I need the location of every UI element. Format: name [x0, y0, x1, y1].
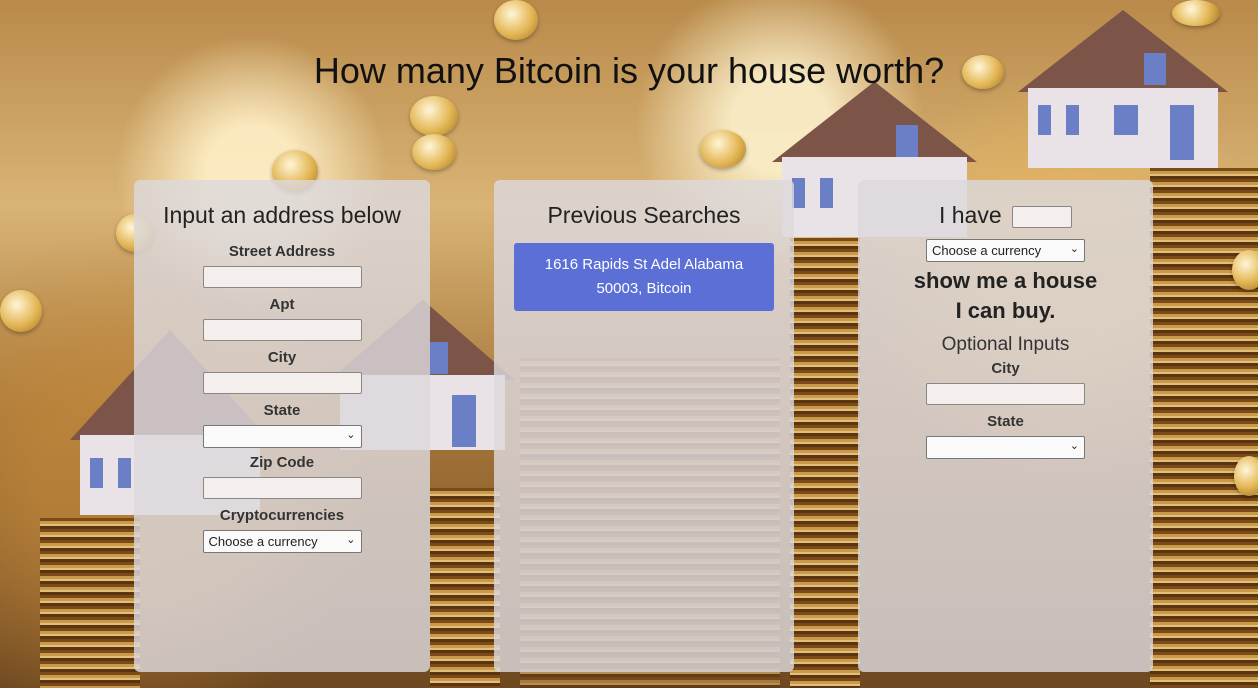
budget-search-panel: I have Choose a currency ⌄ show me a hou…	[858, 180, 1153, 672]
city-label: City	[267, 349, 297, 366]
coin-stack	[40, 518, 140, 688]
previous-searches-panel: Previous Searches 1616 Rapids St Adel Al…	[494, 180, 794, 672]
optional-city-label: City	[991, 360, 1020, 377]
coin	[0, 290, 42, 332]
address-input-panel: Input an address below Street Address Ap…	[134, 180, 430, 672]
amount-input[interactable]	[1012, 205, 1073, 228]
budget-currency-select[interactable]: Choose a currency ⌄	[926, 239, 1085, 262]
show-me-house-text: show me a house	[913, 268, 1098, 293]
apt-label: Apt	[269, 296, 295, 313]
address-panel-heading: Input an address below	[163, 202, 401, 228]
coin	[1234, 456, 1258, 496]
coin	[700, 130, 746, 168]
previous-searches-heading: Previous Searches	[547, 202, 741, 228]
coin	[1232, 250, 1258, 290]
coin-stack	[430, 488, 500, 688]
city-input[interactable]	[202, 372, 362, 394]
state-label: State	[263, 402, 301, 419]
street-address-input[interactable]	[202, 266, 362, 288]
previous-search-line1: 1616 Rapids St Adel Alabama	[544, 256, 744, 273]
coin	[412, 134, 456, 170]
apt-input[interactable]	[202, 319, 362, 341]
i-have-label: I have	[938, 202, 1002, 228]
state-select[interactable]: ⌄	[202, 425, 362, 448]
optional-city-input[interactable]	[926, 383, 1085, 405]
i-have-row: I have	[858, 202, 1153, 229]
coin	[1172, 0, 1220, 26]
previous-search-line2: 50003, Bitcoin	[596, 280, 692, 297]
cryptocurrency-select[interactable]: Choose a currency ⌄	[202, 530, 362, 553]
optional-state-select[interactable]: ⌄	[926, 436, 1085, 459]
cryptocurrency-select-value: Choose a currency	[208, 534, 318, 549]
previous-search-item[interactable]: 1616 Rapids St Adel Alabama 50003, Bitco…	[514, 243, 774, 311]
street-address-label: Street Address	[228, 243, 336, 260]
zip-code-label: Zip Code	[249, 454, 315, 471]
budget-currency-select-value: Choose a currency	[932, 243, 1042, 258]
chevron-down-icon: ⌄	[1069, 243, 1079, 255]
chevron-down-icon: ⌄	[346, 429, 356, 441]
coin	[494, 0, 538, 40]
zip-code-input[interactable]	[202, 477, 362, 499]
coin	[410, 96, 458, 136]
coin-stack	[790, 238, 860, 688]
chevron-down-icon: ⌄	[1069, 440, 1079, 452]
i-can-buy-text: I can buy.	[955, 298, 1056, 323]
cryptocurrencies-label: Cryptocurrencies	[219, 507, 345, 524]
optional-inputs-heading: Optional Inputs	[941, 334, 1070, 355]
coin-stack	[1150, 168, 1258, 688]
chevron-down-icon: ⌄	[346, 534, 356, 546]
optional-state-label: State	[987, 413, 1024, 430]
page-title: How many Bitcoin is your house worth?	[313, 50, 945, 91]
